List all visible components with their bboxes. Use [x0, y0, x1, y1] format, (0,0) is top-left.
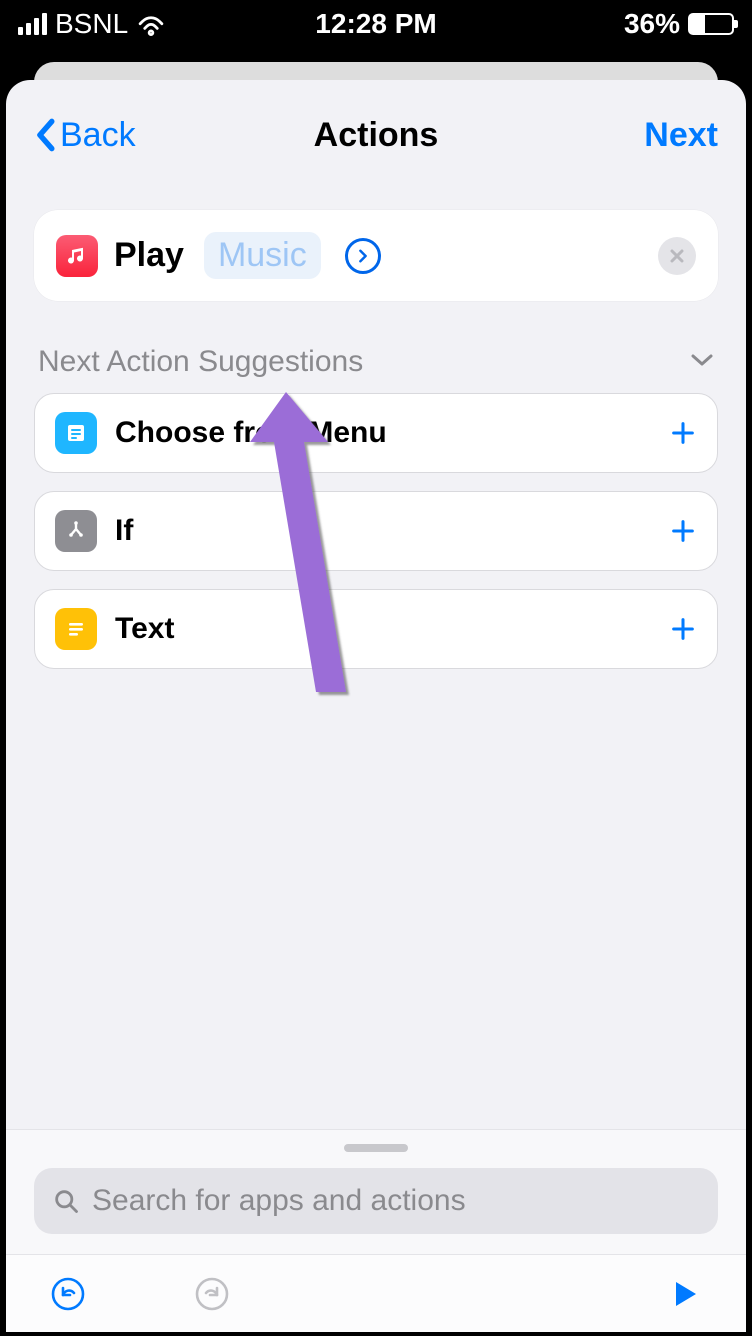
suggestion-label: Text	[115, 612, 174, 646]
run-button[interactable]	[662, 1272, 706, 1316]
menu-icon	[55, 412, 97, 454]
battery-percent-label: 36%	[624, 8, 680, 40]
search-placeholder: Search for apps and actions	[92, 1184, 466, 1218]
suggestions-header[interactable]: Next Action Suggestions	[34, 345, 718, 379]
undo-icon	[50, 1276, 86, 1312]
toolbar	[6, 1254, 746, 1332]
wifi-icon	[136, 12, 166, 36]
status-bar-right: 36%	[624, 8, 734, 40]
plus-icon	[669, 419, 697, 447]
expand-action-button[interactable]	[345, 238, 381, 274]
add-suggestion-button[interactable]	[669, 615, 697, 643]
carrier-label: BSNL	[55, 8, 128, 40]
page-title: Actions	[314, 116, 439, 155]
text-icon	[55, 608, 97, 650]
apple-music-icon	[56, 235, 98, 277]
suggestion-label: Choose from Menu	[115, 416, 387, 450]
status-bar-left: BSNL	[18, 8, 166, 40]
nav-bar: Back Actions Next	[6, 80, 746, 190]
status-bar: BSNL 12:28 PM 36%	[0, 0, 752, 48]
chevron-left-icon	[34, 118, 56, 152]
device-frame: BSNL 12:28 PM 36% Back Actions Next	[0, 0, 752, 1336]
search-icon	[52, 1187, 80, 1215]
plus-icon	[669, 615, 697, 643]
back-label: Back	[60, 116, 136, 155]
signal-bars-icon	[18, 13, 47, 35]
play-icon	[666, 1276, 702, 1312]
action-parameter-music[interactable]: Music	[204, 232, 321, 279]
close-icon	[669, 248, 685, 264]
branch-icon	[55, 510, 97, 552]
status-bar-time: 12:28 PM	[315, 8, 436, 40]
redo-icon	[194, 1276, 230, 1312]
bottom-panel: Search for apps and actions	[6, 1129, 746, 1332]
back-button[interactable]: Back	[34, 116, 136, 155]
suggestion-if[interactable]: If	[34, 491, 718, 571]
redo-button[interactable]	[190, 1272, 234, 1316]
undo-button[interactable]	[46, 1272, 90, 1316]
suggestion-label: If	[115, 514, 133, 548]
grabber-handle[interactable]	[344, 1144, 408, 1152]
add-suggestion-button[interactable]	[669, 517, 697, 545]
chevron-right-icon	[356, 249, 370, 263]
action-verb: Play	[114, 236, 184, 275]
clear-action-button[interactable]	[658, 237, 696, 275]
next-label: Next	[644, 116, 718, 155]
modal-sheet: Back Actions Next Play Music	[6, 80, 746, 1332]
search-input[interactable]: Search for apps and actions	[34, 1168, 718, 1234]
suggestion-text[interactable]: Text	[34, 589, 718, 669]
next-button[interactable]: Next	[644, 116, 718, 155]
suggestions-title: Next Action Suggestions	[38, 345, 363, 379]
add-suggestion-button[interactable]	[669, 419, 697, 447]
plus-icon	[669, 517, 697, 545]
chevron-down-icon	[690, 353, 714, 372]
battery-icon	[688, 13, 734, 35]
action-card-play-music[interactable]: Play Music	[34, 210, 718, 301]
suggestion-choose-from-menu[interactable]: Choose from Menu	[34, 393, 718, 473]
